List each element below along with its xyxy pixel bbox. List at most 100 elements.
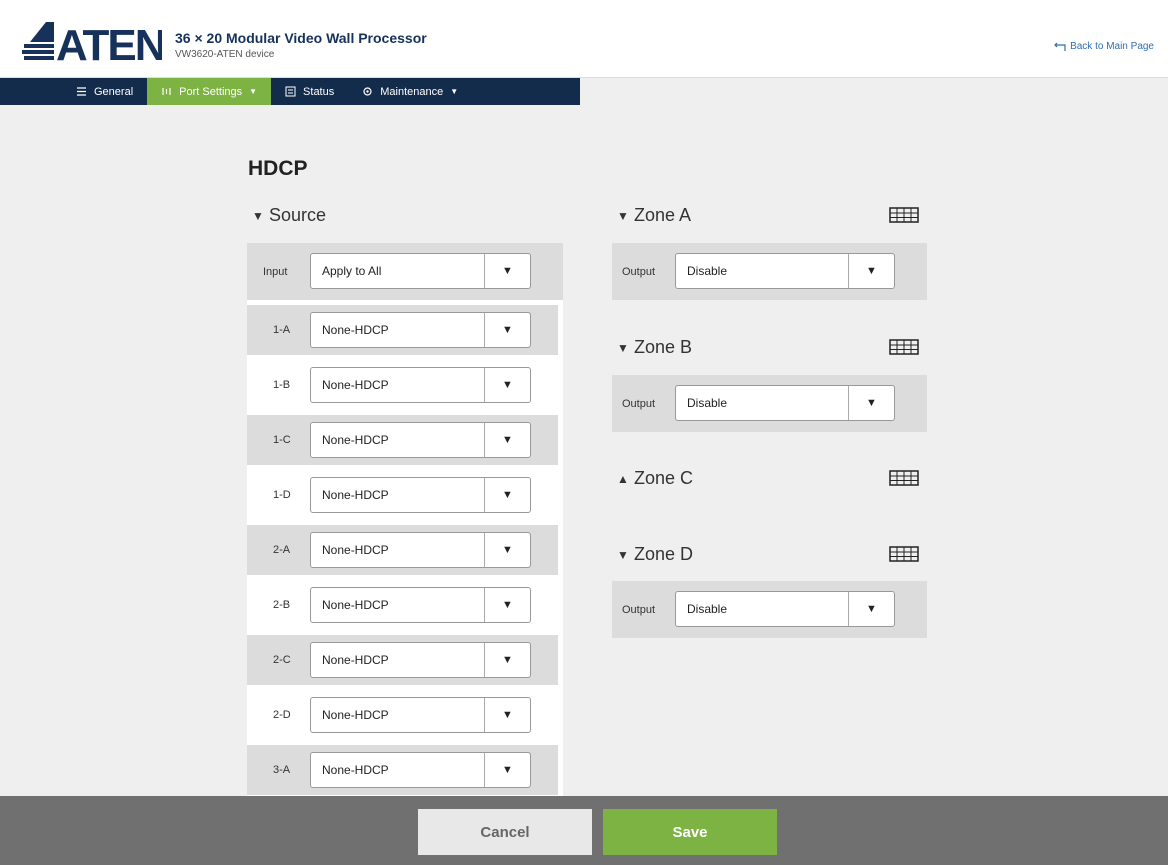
grid-layout-icon[interactable] bbox=[889, 546, 919, 562]
nav-port-settings-label: Port Settings bbox=[179, 85, 243, 98]
port-label: 2-B bbox=[273, 599, 291, 611]
dropdown-arrow-icon: ▼ bbox=[848, 592, 894, 626]
source-section-toggle[interactable]: ▼ Source bbox=[252, 205, 326, 226]
port-label: 1-A bbox=[273, 324, 291, 336]
chevron-down-icon: ▼ bbox=[249, 87, 258, 96]
back-to-main-link[interactable]: Back to Main Page bbox=[1053, 41, 1154, 52]
zone-heading: Zone A bbox=[634, 205, 692, 225]
input-label: Input bbox=[263, 265, 288, 278]
port-label: 3-A bbox=[273, 764, 291, 776]
zone-output-row: Output Disable ▼ bbox=[612, 581, 927, 638]
dropdown-arrow-icon: ▼ bbox=[484, 753, 530, 787]
port-label: 2-C bbox=[273, 654, 291, 666]
triangle-up-icon: ▲ bbox=[617, 471, 629, 486]
select-value: None-HDCP bbox=[322, 598, 389, 612]
dropdown-arrow-icon: ▼ bbox=[484, 254, 530, 288]
source-port-row: 2-C None-HDCP ▼ bbox=[247, 635, 558, 685]
port-label: 1-B bbox=[273, 379, 291, 391]
dropdown-arrow-icon: ▼ bbox=[484, 533, 530, 567]
select-value: None-HDCP bbox=[322, 488, 389, 502]
cancel-button[interactable]: Cancel bbox=[418, 809, 592, 855]
select-value: None-HDCP bbox=[322, 323, 389, 337]
zone-output-select[interactable]: Disable ▼ bbox=[675, 253, 895, 289]
select-value: None-HDCP bbox=[322, 543, 389, 557]
output-label: Output bbox=[622, 397, 656, 410]
nav-maintenance[interactable]: Maintenance ▼ bbox=[348, 78, 472, 105]
save-button[interactable]: Save bbox=[603, 809, 777, 855]
app-header: ATEN 36 × 20 Modular Video Wall Processo… bbox=[0, 0, 1168, 78]
dropdown-arrow-icon: ▼ bbox=[484, 698, 530, 732]
zone-section-toggle[interactable]: ▼ Zone A bbox=[617, 205, 691, 226]
output-label: Output bbox=[622, 265, 656, 278]
dropdown-arrow-icon: ▼ bbox=[484, 588, 530, 622]
zone-heading: Zone C bbox=[634, 468, 694, 488]
source-port-row: 1-D None-HDCP ▼ bbox=[247, 470, 558, 520]
zone-section-toggle[interactable]: ▲ Zone C bbox=[617, 468, 693, 489]
source-port-list[interactable]: 1-A None-HDCP ▼ 1-B None-HDCP ▼ 1-C None… bbox=[247, 300, 563, 796]
select-value: Disable bbox=[687, 602, 728, 616]
dropdown-arrow-icon: ▼ bbox=[484, 643, 530, 677]
nav-port-settings[interactable]: Port Settings ▼ bbox=[147, 78, 272, 105]
select-value: Disable bbox=[687, 264, 728, 278]
grid-layout-icon[interactable] bbox=[889, 470, 919, 486]
port-hdcp-select[interactable]: None-HDCP ▼ bbox=[310, 587, 531, 623]
gear-icon bbox=[363, 87, 372, 96]
zone-output-select[interactable]: Disable ▼ bbox=[675, 385, 895, 421]
source-port-row: 1-B None-HDCP ▼ bbox=[247, 360, 558, 410]
zone-output-select[interactable]: Disable ▼ bbox=[675, 591, 895, 627]
select-value: None-HDCP bbox=[322, 708, 389, 722]
status-icon bbox=[285, 86, 296, 97]
dropdown-arrow-icon: ▼ bbox=[484, 368, 530, 402]
nav-general[interactable]: General bbox=[0, 78, 147, 105]
back-arrow-icon bbox=[1054, 42, 1066, 51]
port-hdcp-select[interactable]: None-HDCP ▼ bbox=[310, 532, 531, 568]
port-hdcp-select[interactable]: None-HDCP ▼ bbox=[310, 312, 531, 348]
select-value: Apply to All bbox=[322, 264, 382, 278]
select-value: None-HDCP bbox=[322, 653, 389, 667]
source-port-row: 2-B None-HDCP ▼ bbox=[247, 580, 558, 630]
zone-output-row: Output Disable ▼ bbox=[612, 375, 927, 432]
dropdown-arrow-icon: ▼ bbox=[848, 386, 894, 420]
port-hdcp-select[interactable]: None-HDCP ▼ bbox=[310, 697, 531, 733]
triangle-down-icon: ▼ bbox=[252, 208, 264, 223]
port-hdcp-select[interactable]: None-HDCP ▼ bbox=[310, 422, 531, 458]
footer-bar: Cancel Save bbox=[0, 796, 1168, 865]
port-hdcp-select[interactable]: None-HDCP ▼ bbox=[310, 477, 531, 513]
select-value: Disable bbox=[687, 396, 728, 410]
source-port-row: 1-C None-HDCP ▼ bbox=[247, 415, 558, 465]
dropdown-arrow-icon: ▼ bbox=[484, 478, 530, 512]
select-value: None-HDCP bbox=[322, 378, 389, 392]
triangle-down-icon: ▼ bbox=[617, 547, 629, 562]
port-hdcp-select[interactable]: None-HDCP ▼ bbox=[310, 752, 531, 788]
app-title: 36 × 20 Modular Video Wall Processor bbox=[175, 30, 427, 46]
device-name: VW3620-ATEN device bbox=[175, 49, 275, 60]
source-input-row: Input Apply to All ▼ bbox=[247, 243, 563, 300]
zone-heading: Zone B bbox=[634, 337, 693, 357]
triangle-down-icon: ▼ bbox=[617, 208, 629, 223]
port-icon bbox=[162, 88, 171, 95]
grid-layout-icon[interactable] bbox=[889, 207, 919, 223]
port-hdcp-select[interactable]: None-HDCP ▼ bbox=[310, 642, 531, 678]
input-apply-select[interactable]: Apply to All ▼ bbox=[310, 253, 531, 289]
zone-section-toggle[interactable]: ▼ Zone D bbox=[617, 544, 693, 565]
grid-layout-icon[interactable] bbox=[889, 339, 919, 355]
source-port-row: 1-A None-HDCP ▼ bbox=[247, 305, 558, 355]
zone-heading: Zone D bbox=[634, 544, 694, 564]
back-link-label: Back to Main Page bbox=[1070, 41, 1154, 52]
nav-maintenance-label: Maintenance bbox=[380, 85, 444, 98]
zone-section-toggle[interactable]: ▼ Zone B bbox=[617, 337, 692, 358]
port-hdcp-select[interactable]: None-HDCP ▼ bbox=[310, 367, 531, 403]
zone-output-row: Output Disable ▼ bbox=[612, 243, 927, 300]
port-label: 2-D bbox=[273, 709, 291, 721]
source-port-row: 2-A None-HDCP ▼ bbox=[247, 525, 558, 575]
logo-text: ATEN bbox=[56, 21, 162, 64]
select-value: None-HDCP bbox=[322, 763, 389, 777]
dropdown-arrow-icon: ▼ bbox=[484, 313, 530, 347]
page-title: HDCP bbox=[248, 157, 308, 180]
aten-logo: ATEN bbox=[22, 21, 162, 64]
list-icon bbox=[77, 87, 86, 96]
chevron-down-icon: ▼ bbox=[450, 87, 459, 96]
dropdown-arrow-icon: ▼ bbox=[484, 423, 530, 457]
dropdown-arrow-icon: ▼ bbox=[848, 254, 894, 288]
nav-status[interactable]: Status bbox=[271, 78, 348, 105]
